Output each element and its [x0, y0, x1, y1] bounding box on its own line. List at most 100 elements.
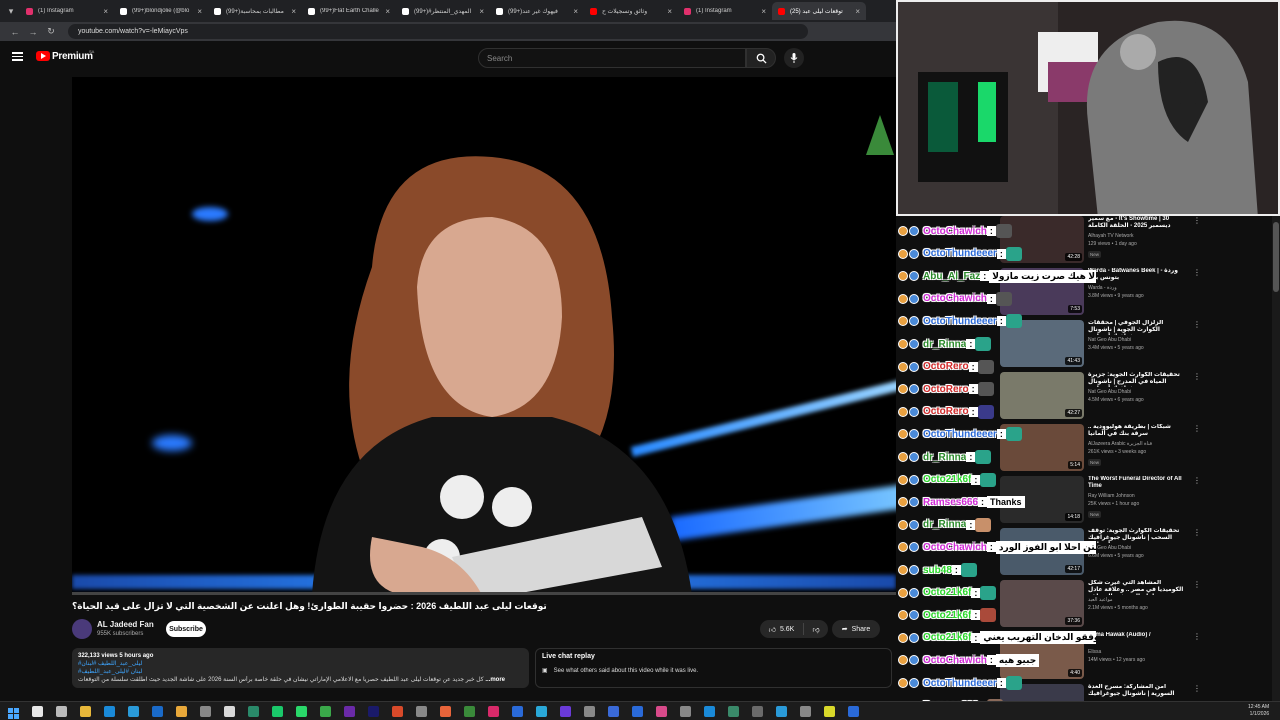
- subscribe-button[interactable]: Subscribe: [166, 621, 206, 637]
- more-options-icon[interactable]: ⋮: [1193, 268, 1201, 277]
- more-options-icon[interactable]: ⋮: [1193, 476, 1201, 485]
- taskbar-app-icon[interactable]: [344, 706, 355, 717]
- forward-icon[interactable]: →: [24, 27, 42, 37]
- tab-close-icon[interactable]: ×: [855, 7, 860, 16]
- more-options-icon[interactable]: ⋮: [1193, 632, 1201, 641]
- browser-tab[interactable]: وثائق وتسجيلات ح ×: [584, 2, 678, 20]
- more-options-icon[interactable]: ⋮: [1193, 372, 1201, 381]
- taskbar-app-icon[interactable]: [32, 706, 43, 717]
- like-button[interactable]: 👍︎ 5.6K: [760, 623, 804, 635]
- browser-tab[interactable]: (99+)Flat Earth Challe ×: [302, 2, 396, 20]
- taskbar-app-icon[interactable]: [320, 706, 331, 717]
- taskbar-app-icon[interactable]: [368, 706, 379, 717]
- taskbar-app-icon[interactable]: [560, 706, 571, 717]
- taskbar-app-icon[interactable]: [776, 706, 787, 717]
- recommended-title[interactable]: الزلزال الجوفي | محققات الكوارث الجوية |…: [1088, 320, 1188, 335]
- reload-icon[interactable]: ↻: [42, 26, 60, 37]
- taskbar-app-icon[interactable]: [728, 706, 739, 717]
- channel-name[interactable]: AL Jadeed Fan: [97, 620, 154, 629]
- channel-avatar[interactable]: [72, 619, 92, 639]
- recommended-title[interactable]: أمن المشاركة: مسرح الغدة السورية | ناشون…: [1088, 684, 1188, 698]
- more-options-icon[interactable]: ⋮: [1193, 684, 1201, 693]
- browser-tab[interactable]: (99+)blondjolie (@blo ×: [114, 2, 208, 20]
- browser-tab[interactable]: (1) Instagram ×: [20, 2, 114, 20]
- tab-close-icon[interactable]: ×: [573, 7, 578, 16]
- more-options-icon[interactable]: ⋮: [1193, 216, 1201, 225]
- more-options-icon[interactable]: ⋮: [1193, 528, 1201, 537]
- taskbar-app-icon[interactable]: [752, 706, 763, 717]
- start-menu-icon[interactable]: [8, 706, 19, 719]
- recommended-channel[interactable]: AlJazeera Arabic قناة الجزيرة: [1088, 441, 1152, 447]
- recommended-title[interactable]: Yuma Hawak (Audio) /: [1088, 632, 1188, 639]
- search-button[interactable]: [746, 48, 776, 68]
- search-input[interactable]: Search: [478, 48, 746, 68]
- description-box[interactable]: 322,133 views 5 hours ago #ليلى_عبد_اللط…: [72, 648, 529, 688]
- taskbar-app-icon[interactable]: [296, 706, 307, 717]
- taskbar-app-icon[interactable]: [176, 706, 187, 717]
- taskbar-app-icon[interactable]: [392, 706, 403, 717]
- tab-close-icon[interactable]: ×: [103, 7, 108, 16]
- taskbar-app-icon[interactable]: [152, 706, 163, 717]
- taskbar-app-icon[interactable]: [464, 706, 475, 717]
- taskbar-app-icon[interactable]: [536, 706, 547, 717]
- recommended-title[interactable]: تحقيقات الكوارث الجوية: جزيرة المياه في …: [1088, 372, 1188, 387]
- browser-tab[interactable]: (1) Instagram ×: [678, 2, 772, 20]
- more-options-icon[interactable]: ⋮: [1193, 320, 1201, 329]
- taskbar-app-icon[interactable]: [248, 706, 259, 717]
- tab-close-icon[interactable]: ×: [761, 7, 766, 16]
- dislike-button[interactable]: 👎︎: [804, 625, 828, 634]
- share-button[interactable]: ➦ Share: [832, 620, 880, 638]
- taskbar-app-icon[interactable]: [104, 706, 115, 717]
- taskbar-app-icon[interactable]: [488, 706, 499, 717]
- more-options-icon[interactable]: ⋮: [1193, 580, 1201, 589]
- recommended-title[interactable]: تحقيقات الكوارث الجوية: توقف السحب | ناش…: [1088, 528, 1188, 543]
- system-clock[interactable]: 12:45 AM 1/1/2026: [1248, 704, 1269, 718]
- taskbar-app-icon[interactable]: [200, 706, 211, 717]
- taskbar-app-icon[interactable]: [416, 706, 427, 717]
- live-chat-replay-panel[interactable]: Live chat replay ▣ See what others said a…: [535, 648, 892, 688]
- taskbar-app-icon[interactable]: [656, 706, 667, 717]
- taskbar-app-icon[interactable]: [824, 706, 835, 717]
- recommended-title[interactable]: Warda - Batwanes Beek | وردة - بتونس بيك: [1088, 268, 1188, 282]
- tab-close-icon[interactable]: ×: [479, 7, 484, 16]
- tab-close-icon[interactable]: ×: [385, 7, 390, 16]
- browser-tab[interactable]: (99+)#المهدي_المنتظر ×: [396, 2, 490, 20]
- taskbar-app-icon[interactable]: [680, 706, 691, 717]
- taskbar-app-icon[interactable]: [128, 706, 139, 717]
- taskbar-app-icon[interactable]: [800, 706, 811, 717]
- taskbar-app-icon[interactable]: [848, 706, 859, 717]
- browser-tab[interactable]: (25) توقعات ليلى عبد ×: [772, 2, 866, 20]
- voice-search-button[interactable]: [784, 48, 804, 68]
- taskbar-app-icon[interactable]: [80, 706, 91, 717]
- youtube-premium-label[interactable]: Premium: [52, 51, 93, 62]
- taskbar-app-icon[interactable]: [608, 706, 619, 717]
- taskbar-app-icon[interactable]: [632, 706, 643, 717]
- more-options-icon[interactable]: ⋮: [1193, 424, 1201, 433]
- progress-bar[interactable]: [72, 592, 896, 595]
- taskbar-app-icon[interactable]: [512, 706, 523, 717]
- video-player[interactable]: [72, 77, 896, 595]
- recommended-title[interactable]: مع سمير - It's Showtime | 30 ديسمبر 2025…: [1088, 216, 1188, 230]
- scrollbar[interactable]: [1272, 216, 1280, 701]
- back-icon[interactable]: ←: [6, 27, 24, 37]
- show-more-link[interactable]: ...more: [485, 677, 505, 683]
- url-field[interactable]: youtube.com/watch?v=-leMiaycVps: [68, 24, 808, 39]
- tab-search-icon[interactable]: ▾: [2, 2, 20, 20]
- taskbar-app-icon[interactable]: [440, 706, 451, 717]
- tab-close-icon[interactable]: ×: [291, 7, 296, 16]
- browser-tab[interactable]: (99+)مطالبات بمحاسبة ×: [208, 2, 302, 20]
- taskbar-app-icon[interactable]: [224, 706, 235, 717]
- hashtags-line[interactable]: #لبنان #ليلى_عبد_اللطيف: [78, 668, 523, 676]
- tab-close-icon[interactable]: ×: [197, 7, 202, 16]
- tab-close-icon[interactable]: ×: [667, 7, 672, 16]
- youtube-logo-icon[interactable]: [36, 51, 50, 61]
- taskbar-app-icon[interactable]: [56, 706, 67, 717]
- recommended-title[interactable]: The Worst Funeral Director of All Time: [1088, 476, 1188, 490]
- taskbar-app-icon[interactable]: [272, 706, 283, 717]
- taskbar-app-icon[interactable]: [704, 706, 715, 717]
- hashtags-line[interactable]: #ليلى_عبد_اللطيف #لبنان: [78, 660, 523, 668]
- browser-tab[interactable]: (99+)فيهوك غير عند ×: [490, 2, 584, 20]
- recommended-title[interactable]: المشاهد التي غيرت شكل الكوميديا في مصر .…: [1088, 580, 1188, 595]
- menu-icon[interactable]: [12, 52, 23, 61]
- taskbar-app-icon[interactable]: [584, 706, 595, 717]
